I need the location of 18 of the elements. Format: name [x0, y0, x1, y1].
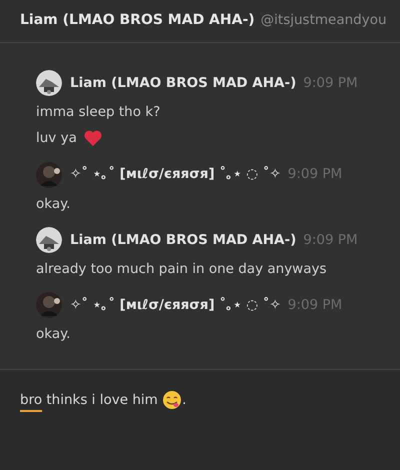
timestamp: 9:09 PM [303, 230, 358, 250]
author-name[interactable]: Liam (LMAO BROS MAD AHA-) [70, 72, 296, 94]
message-text: okay. [36, 325, 70, 344]
timestamp: 9:09 PM [288, 165, 342, 184]
smiley-icon [162, 390, 182, 410]
author-name[interactable]: ✧˚ ⋆｡˚ [мιℓσ/єяяσя] ˚｡⋆ ◌ ˚✧ [70, 294, 281, 316]
timestamp: 9:09 PM [288, 296, 342, 315]
author-name[interactable]: ✧˚ ⋆｡˚ [мιℓσ/єяяσя] ˚｡⋆ ◌ ˚✧ [70, 164, 281, 185]
chat-title: Liam (LMAO BROS MAD AHA-) [20, 11, 255, 30]
message-text: already too much pain in one day anyways [36, 260, 327, 279]
timestamp: 9:09 PM [303, 74, 358, 93]
user-handle: @itsjustmeandyou [260, 11, 387, 30]
message-input[interactable]: bro thinks i love him . [20, 390, 400, 410]
author-name[interactable]: Liam (LMAO BROS MAD AHA-) [70, 230, 296, 250]
message-text: imma sleep tho k? [36, 103, 160, 122]
message-text: okay. [36, 194, 70, 214]
message-text: luv ya [36, 129, 77, 148]
heart-icon [82, 128, 103, 148]
